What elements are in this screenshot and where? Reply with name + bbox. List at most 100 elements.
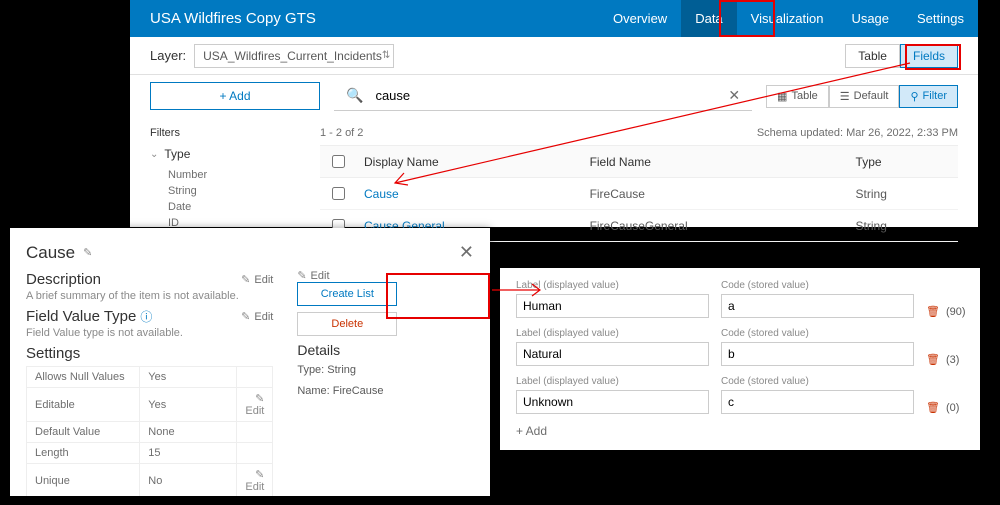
ribbon-tabs: Overview Data Visualization Usage Settin…	[599, 0, 978, 37]
setting-row: UniqueNo✎ Edit	[27, 464, 273, 497]
edit-list[interactable]: ✎Edit	[297, 269, 474, 282]
label-input[interactable]	[516, 294, 709, 318]
edit-fvt[interactable]: ✎Edit	[241, 310, 273, 323]
field-type-cell: String	[848, 178, 958, 210]
result-count: 1 - 2 of 2	[320, 127, 363, 139]
col-display-name[interactable]: Display Name	[356, 146, 582, 178]
app-title: USA Wildfires Copy GTS	[150, 10, 599, 27]
list-row: Label (displayed value) Code (stored val…	[516, 376, 964, 414]
delete-button[interactable]: Delete	[297, 312, 397, 336]
add-list-item[interactable]: + Add	[516, 424, 964, 438]
content: Filters ⌄Type Number String Date ID 1 - …	[130, 117, 978, 227]
fields-toggle[interactable]: Fields	[900, 44, 958, 68]
fvt-text: Field Value type is not available.	[26, 327, 273, 339]
layer-label: Layer:	[150, 48, 186, 63]
view-filter[interactable]: ⚲Filter	[899, 85, 958, 108]
field-type-cell: String	[848, 210, 958, 242]
schema-updated: Schema updated: Mar 26, 2022, 2:33 PM	[757, 127, 958, 139]
search-input[interactable]	[369, 85, 722, 106]
default-icon: ☰	[840, 90, 850, 103]
view-default[interactable]: ☰Default	[829, 85, 900, 108]
detail-name: Name: FireCause	[297, 383, 474, 400]
code-caption: Code (stored value)	[721, 328, 914, 339]
label-caption: Label (displayed value)	[516, 328, 709, 339]
row-count: (0)	[946, 402, 959, 414]
list-row: Label (displayed value) Code (stored val…	[516, 328, 964, 366]
pencil-icon: ✎	[241, 273, 250, 286]
field-link-cause[interactable]: Cause	[364, 187, 399, 201]
row-count: (90)	[946, 306, 966, 318]
settings-table: Allows Null ValuesYes EditableYes✎ Edit …	[26, 366, 273, 496]
code-caption: Code (stored value)	[721, 280, 914, 291]
close-icon[interactable]: ✕	[459, 242, 474, 263]
row-checkbox[interactable]	[332, 187, 345, 200]
filters-heading: Filters	[150, 127, 300, 139]
filter-icon: ⚲	[910, 90, 918, 103]
search-icon: 🔍	[340, 87, 369, 104]
tab-settings[interactable]: Settings	[903, 0, 978, 37]
field-modal: Cause ✎ ✕ Description ✎Edit A brief summa…	[10, 228, 490, 496]
chevron-updown-icon: ⇅	[382, 50, 390, 61]
table-row: Cause FireCause String	[320, 178, 958, 210]
code-input[interactable]	[721, 294, 914, 318]
label-input[interactable]	[516, 342, 709, 366]
setting-row: Allows Null ValuesYes	[27, 367, 273, 388]
search-wrap: 🔍 ✕	[334, 81, 752, 111]
edit-title-icon[interactable]: ✎	[83, 246, 92, 259]
tab-usage[interactable]: Usage	[837, 0, 903, 37]
tab-overview[interactable]: Overview	[599, 0, 681, 37]
trash-icon[interactable]: 🗑	[926, 305, 940, 318]
edit-setting[interactable]: ✎ Edit	[237, 464, 273, 497]
description-heading: Description	[26, 271, 101, 288]
description-text: A brief summary of the item is not avail…	[26, 290, 273, 302]
layer-bar: Layer: USA_Wildfires_Current_Incidents ⇅…	[130, 37, 978, 75]
table-icon: ▦	[777, 90, 787, 103]
tab-data[interactable]: Data	[681, 0, 736, 37]
col-field-name[interactable]: Field Name	[582, 146, 848, 178]
info-icon[interactable]: ⓘ	[140, 308, 152, 325]
details-heading: Details	[297, 342, 474, 358]
table-header: Display Name Field Name Type	[320, 146, 958, 178]
clear-search-icon[interactable]: ✕	[722, 87, 746, 104]
setting-row: Default ValueNone	[27, 422, 273, 443]
chevron-down-icon: ⌄	[150, 149, 158, 160]
fields-main: 1 - 2 of 2 Schema updated: Mar 26, 2022,…	[320, 117, 978, 227]
view-table[interactable]: ▦Table	[766, 85, 829, 108]
create-list-button[interactable]: Create List	[297, 282, 397, 306]
field-name-cell: FireCauseGeneral	[582, 210, 848, 242]
tool-row: + Add 🔍 ✕ ▦Table ☰Default ⚲Filter	[130, 75, 978, 117]
list-row: Label (displayed value) Code (stored val…	[516, 280, 964, 318]
filters-sidebar: Filters ⌄Type Number String Date ID	[130, 117, 320, 227]
fvt-heading: Field Value Type	[26, 308, 136, 325]
code-input[interactable]	[721, 390, 914, 414]
filter-string[interactable]: String	[168, 183, 300, 199]
field-name-cell: FireCause	[582, 178, 848, 210]
code-caption: Code (stored value)	[721, 376, 914, 387]
filter-number[interactable]: Number	[168, 167, 300, 183]
col-type[interactable]: Type	[848, 146, 958, 178]
code-input[interactable]	[721, 342, 914, 366]
tab-visualization[interactable]: Visualization	[737, 0, 838, 37]
table-toggle[interactable]: Table	[845, 44, 900, 68]
layer-select[interactable]: USA_Wildfires_Current_Incidents ⇅	[194, 44, 394, 68]
add-field-button[interactable]: + Add	[150, 82, 320, 110]
pencil-icon: ✎	[297, 269, 306, 282]
settings-heading: Settings	[26, 345, 273, 362]
label-input[interactable]	[516, 390, 709, 414]
filter-group-type[interactable]: ⌄Type	[150, 147, 300, 161]
label-caption: Label (displayed value)	[516, 376, 709, 387]
list-editor: Label (displayed value) Code (stored val…	[500, 268, 980, 450]
detail-type: Type: String	[297, 362, 474, 379]
trash-icon[interactable]: 🗑	[926, 353, 940, 366]
top-ribbon: USA Wildfires Copy GTS Overview Data Vis…	[130, 0, 978, 37]
row-count: (3)	[946, 354, 959, 366]
select-all-checkbox[interactable]	[332, 155, 345, 168]
filter-date[interactable]: Date	[168, 199, 300, 215]
edit-setting[interactable]: ✎ Edit	[237, 388, 273, 422]
modal-title: Cause	[26, 243, 75, 263]
layer-select-value: USA_Wildfires_Current_Incidents	[203, 49, 382, 63]
view-toggle: ▦Table ☰Default ⚲Filter	[766, 85, 958, 108]
label-caption: Label (displayed value)	[516, 280, 709, 291]
edit-description[interactable]: ✎Edit	[241, 273, 273, 286]
trash-icon[interactable]: 🗑	[926, 401, 940, 414]
